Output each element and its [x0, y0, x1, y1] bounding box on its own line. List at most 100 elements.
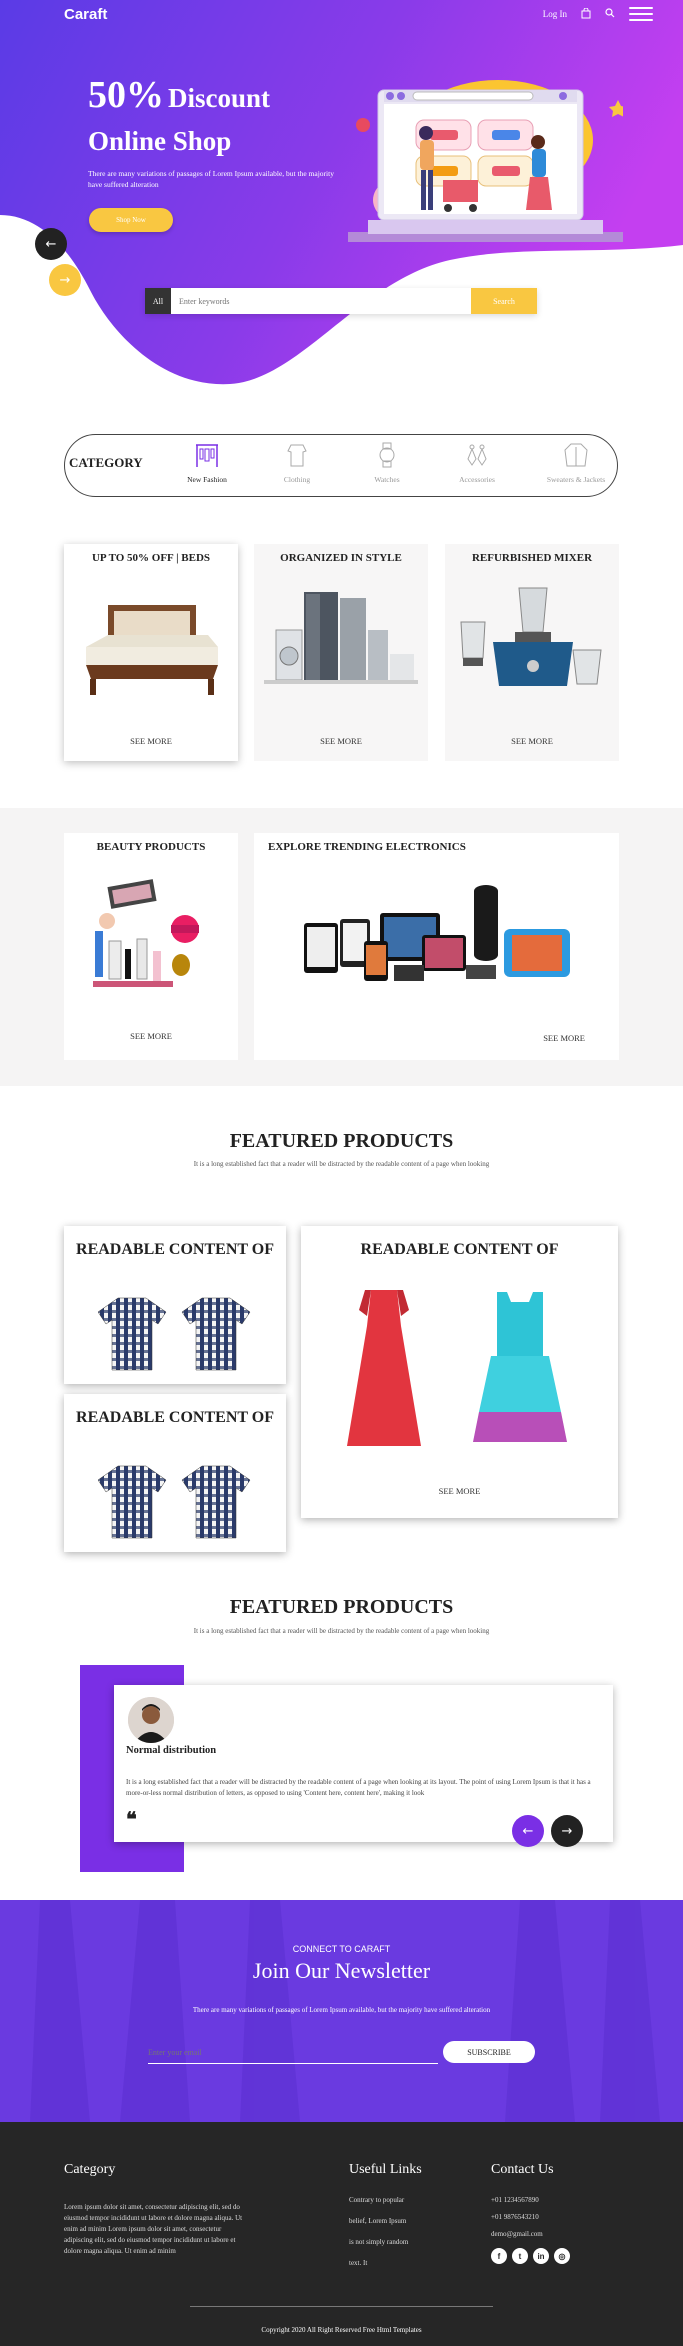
hero-title: 50% Discount Online Shop	[88, 76, 270, 160]
footer-link[interactable]: Contrary to popular	[349, 2196, 404, 2204]
bed-image	[86, 605, 218, 695]
copyright: Copyright 2020 All Right Reserved Free H…	[261, 2326, 422, 2334]
promo-card-mixer[interactable]: REFURBISHED MIXER SEE MORE	[445, 544, 619, 761]
category-label-watches: Watches	[374, 475, 400, 484]
hero-section: Caraft Log In 50% Discount Online Shop T…	[0, 0, 683, 400]
newsletter-email-input[interactable]	[148, 2042, 438, 2064]
top-nav: Log In	[543, 7, 653, 21]
hero-title-line2: Online Shop	[88, 126, 232, 156]
featured-see-more[interactable]: SEE MORE	[301, 1486, 618, 1496]
search-button[interactable]: Search	[471, 288, 537, 314]
bag-icon[interactable]	[581, 7, 591, 21]
footer-category-text: Lorem ipsum dolor sit amet, consectetur …	[64, 2203, 243, 2255]
featured-subtitle: It is a long established fact that a rea…	[193, 1160, 490, 1168]
mixer-image	[460, 587, 602, 686]
watch-icon	[379, 442, 395, 468]
testimonial-name: Normal distribution	[126, 1745, 217, 1756]
footer-link[interactable]: text. It	[349, 2259, 367, 2267]
category-label: CATEGORY	[69, 455, 143, 470]
earrings-icon	[467, 444, 487, 466]
footer-divider	[190, 2306, 493, 2307]
shirts-image	[98, 1465, 251, 1539]
search-category-select[interactable]: All	[145, 288, 171, 314]
category-item-sweaters[interactable]: Sweaters & Jackets	[531, 441, 621, 484]
featured-card-shirts-1[interactable]: READABLE CONTENT OF	[64, 1226, 286, 1384]
shirts-image	[98, 1297, 251, 1371]
promo-title: UP TO 50% OFF | BEDS	[91, 552, 211, 564]
hero-title-discount: Discount	[168, 83, 271, 113]
newsletter-section: CONNECT TO CARAFT Join Our Newsletter Th…	[0, 1900, 683, 2122]
search-icon[interactable]	[605, 8, 615, 20]
site-logo[interactable]: Caraft	[64, 6, 107, 23]
category-label-sweaters: Sweaters & Jackets	[546, 475, 606, 484]
promo-see-more[interactable]: SEE MORE	[543, 1033, 585, 1043]
featured-card-title: READABLE CONTENT OF	[360, 1241, 559, 1258]
testimonial-prev-button[interactable]: ←	[512, 1815, 544, 1847]
avatar	[128, 1697, 174, 1743]
quote-icon: ❝	[126, 1807, 137, 1831]
featured-card-title: READABLE CONTENT OF	[76, 1409, 274, 1426]
promo-see-more[interactable]: SEE MORE	[64, 736, 238, 746]
facebook-icon[interactable]: f	[491, 2248, 507, 2264]
menu-icon[interactable]	[629, 7, 653, 21]
footer-link[interactable]: belief, Lorem Ipsum	[349, 2217, 406, 2225]
promo-title: REFURBISHED MIXER	[471, 552, 593, 564]
promo-title: BEAUTY PRODUCTS	[96, 841, 206, 853]
category-item-clothing[interactable]: Clothing	[257, 441, 337, 484]
category-item-accessories[interactable]: Accessories	[437, 441, 517, 484]
linkedin-icon[interactable]: in	[533, 2248, 549, 2264]
newsletter-description: There are many variations of passages of…	[192, 2006, 491, 2014]
promo-see-more[interactable]: SEE MORE	[254, 736, 428, 746]
newsletter-title: Join Our Newsletter	[252, 1958, 431, 1983]
clothes-rack-icon	[196, 444, 218, 467]
hero-description: There are many variations of passages of…	[88, 169, 334, 189]
promo-see-more[interactable]: SEE MORE	[64, 1031, 238, 1041]
dresses-image	[347, 1290, 567, 1446]
twitter-icon[interactable]: t	[512, 2248, 528, 2264]
hero-title-percent: 50%	[88, 74, 164, 116]
category-bar: CATEGORY New Fashion Clothing Watches Ac…	[64, 434, 618, 497]
footer-contact-title: Contact Us	[491, 2162, 554, 2177]
search-input[interactable]	[171, 288, 471, 314]
promo-title: ORGANIZED IN STYLE	[280, 552, 402, 564]
footer-links-title: Useful Links	[349, 2162, 422, 2177]
testimonial-next-button[interactable]: →	[551, 1815, 583, 1847]
category-item-watches[interactable]: Watches	[347, 441, 427, 484]
footer-link[interactable]: is not simply random	[349, 2238, 408, 2246]
shop-now-button[interactable]: Shop Now	[89, 208, 173, 232]
beauty-products-image	[93, 879, 199, 987]
electronics-image	[304, 885, 570, 981]
footer-phone-2: +01 9876543210	[491, 2213, 539, 2221]
promo-card-electronics[interactable]: EXPLORE TRENDING ELECTRONICS SEE MORE	[254, 833, 619, 1060]
footer-category-title: Category	[64, 2162, 116, 2177]
testimonial-text: It is a long established fact that a rea…	[126, 1778, 591, 1797]
category-label-new-fashion: New Fashion	[187, 475, 227, 484]
clothing-icon	[287, 444, 307, 467]
search-bar: All Search	[145, 288, 537, 314]
promo-see-more[interactable]: SEE MORE	[445, 736, 619, 746]
featured-title: FEATURED PRODUCTS	[229, 1130, 454, 1152]
promo-card-beauty[interactable]: BEAUTY PRODUCTS SEE MORE	[64, 833, 238, 1060]
subscribe-button[interactable]: SUBSCRIBE	[443, 2041, 535, 2063]
footer-email[interactable]: demo@gmail.com	[491, 2230, 543, 2238]
featured-card-dresses[interactable]: READABLE CONTENT OF SEE MORE	[301, 1226, 618, 1518]
jacket-icon	[564, 443, 588, 467]
category-label-accessories: Accessories	[459, 475, 495, 484]
category-label-clothing: Clothing	[283, 475, 311, 484]
login-link[interactable]: Log In	[543, 9, 567, 19]
footer-phone-1: +01 1234567890	[491, 2196, 539, 2204]
category-item-new-fashion[interactable]: New Fashion	[167, 441, 247, 484]
footer: Category Lorem ipsum dolor sit amet, con…	[0, 2122, 683, 2346]
hero-next-button[interactable]: →	[49, 264, 81, 296]
appliances-image	[264, 592, 418, 684]
featured-title-2: FEATURED PRODUCTS	[229, 1596, 454, 1618]
featured-subtitle-2: It is a long established fact that a rea…	[193, 1627, 490, 1635]
hero-prev-button[interactable]: ←	[35, 228, 67, 260]
instagram-icon[interactable]: ◎	[554, 2248, 570, 2264]
featured-card-shirts-2[interactable]: READABLE CONTENT OF	[64, 1394, 286, 1552]
shopping-illustration	[348, 80, 623, 242]
featured-card-title: READABLE CONTENT OF	[76, 1241, 274, 1258]
promo-card-organized[interactable]: ORGANIZED IN STYLE SEE MORE	[254, 544, 428, 761]
promo-card-beds[interactable]: UP TO 50% OFF | BEDS SEE MORE	[64, 544, 238, 761]
newsletter-kicker: CONNECT TO CARAFT	[292, 1944, 391, 1954]
